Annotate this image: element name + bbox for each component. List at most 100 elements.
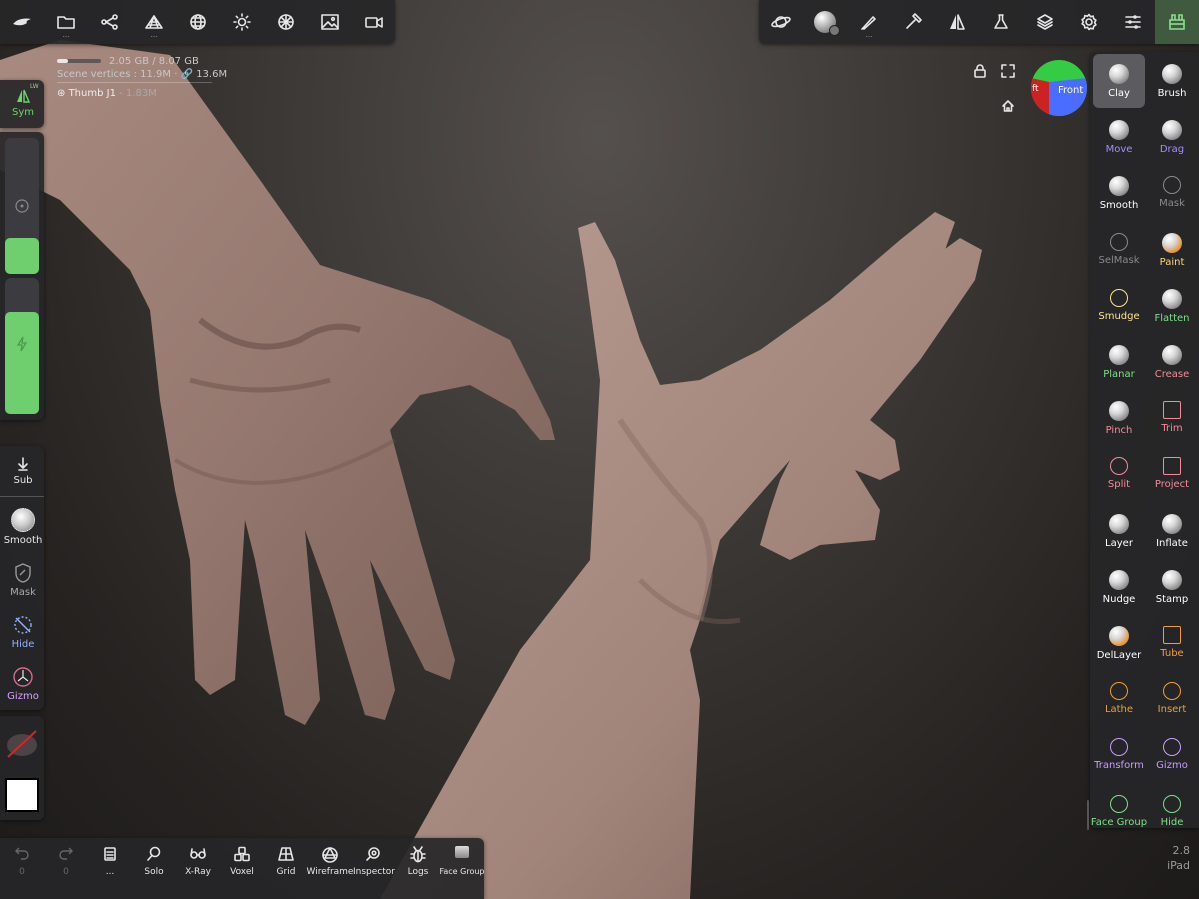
video-camera-icon[interactable] <box>352 0 396 44</box>
hammer-icon[interactable] <box>891 0 935 44</box>
sym-button[interactable]: Sym <box>4 88 42 118</box>
tool-crease[interactable]: Crease <box>1146 335 1198 389</box>
solo-button[interactable]: Solo <box>132 838 176 896</box>
view-cube[interactable]: ft Front <box>1031 60 1087 116</box>
nomad-logo-icon[interactable] <box>0 0 44 44</box>
brush-stroke-icon[interactable]: ... <box>847 0 891 44</box>
matcap-swatch[interactable] <box>5 726 39 760</box>
material-icon[interactable] <box>264 0 308 44</box>
image-icon[interactable] <box>308 0 352 44</box>
grid-button[interactable]: Grid <box>264 838 308 896</box>
radius-slider[interactable] <box>5 138 39 274</box>
undo-button[interactable]: 0 <box>0 838 44 896</box>
sym-label: Sym <box>11 107 34 118</box>
tool-lathe[interactable]: Lathe <box>1093 672 1145 726</box>
tool-clay[interactable]: Clay <box>1093 54 1145 108</box>
selmask-label: SelMask <box>1098 254 1140 266</box>
solo-label: Solo <box>144 867 164 877</box>
tool-nudge[interactable]: Nudge <box>1093 560 1145 614</box>
sub-label: Sub <box>13 475 33 486</box>
topology-icon[interactable]: ... <box>132 0 176 44</box>
smooth-icon <box>11 508 35 532</box>
tools-panel-icon[interactable] <box>1155 0 1199 44</box>
redo-button[interactable]: 0 <box>44 838 88 896</box>
vertices-text: Scene vertices : 11.9M · 🔗 13.6M <box>57 69 228 80</box>
device-name: iPad <box>1167 859 1190 872</box>
mask-button[interactable]: Mask <box>4 562 42 598</box>
3d-viewport[interactable] <box>0 0 1199 899</box>
gear-icon[interactable] <box>1067 0 1111 44</box>
tool-transform[interactable]: Transform <box>1093 728 1145 782</box>
smooth-label: Smooth <box>3 535 43 546</box>
gizmo-button[interactable]: Gizmo <box>4 666 42 702</box>
smooth-label: Smooth <box>1099 200 1139 212</box>
tool-smudge[interactable]: Smudge <box>1093 279 1145 333</box>
intensity-slider-fill <box>5 312 39 414</box>
folder-icon[interactable]: ... <box>44 0 88 44</box>
top-left-toolbar: ... ... <box>0 0 395 44</box>
inspector-button[interactable]: Inspector <box>352 838 396 896</box>
tool-smooth[interactable]: Smooth <box>1093 166 1145 220</box>
tool-trim[interactable]: Trim <box>1146 391 1198 445</box>
tool-brush[interactable]: Brush <box>1146 54 1198 108</box>
tool-move[interactable]: Move <box>1093 110 1145 164</box>
wireframe-label: Wireframe <box>306 867 354 877</box>
intensity-slider[interactable] <box>5 278 39 414</box>
color-swatch[interactable] <box>5 778 39 812</box>
sliders-icon[interactable] <box>1111 0 1155 44</box>
voxel-button[interactable]: Voxel <box>220 838 264 896</box>
sun-icon[interactable] <box>220 0 264 44</box>
sphere-wireframe-icon[interactable] <box>176 0 220 44</box>
split-icon <box>1110 457 1128 476</box>
tool-face-group[interactable]: Face Group <box>1091 785 1147 828</box>
hide-button[interactable]: Hide <box>4 614 42 650</box>
tool-dellayer[interactable]: DelLayer <box>1093 616 1145 670</box>
pinch-icon <box>1109 401 1129 422</box>
symmetry-icon[interactable] <box>935 0 979 44</box>
tool-insert[interactable]: Insert <box>1146 672 1198 726</box>
xray-button[interactable]: X-Ray <box>176 838 220 896</box>
tool-gizmo[interactable]: Gizmo <box>1146 728 1198 782</box>
gizmo-icon <box>13 667 33 687</box>
tool-planar[interactable]: Planar <box>1093 335 1145 389</box>
logs-button[interactable]: Logs <box>396 838 440 896</box>
lock-icon[interactable] <box>973 63 987 82</box>
tool-layer[interactable]: Layer <box>1093 504 1145 558</box>
layers-icon[interactable] <box>1023 0 1067 44</box>
clay-icon <box>1109 64 1129 84</box>
tool-pinch[interactable]: Pinch <box>1093 391 1145 445</box>
home-icon[interactable] <box>1001 98 1015 117</box>
tool-tube[interactable]: Tube <box>1146 616 1198 670</box>
face-group-button[interactable]: Face Group <box>440 838 485 896</box>
wireframe-button[interactable]: Wireframe <box>306 838 354 896</box>
more-button[interactable]: ... <box>88 838 132 896</box>
tool-mask[interactable]: Mask <box>1146 166 1198 220</box>
smooth-button[interactable]: Smooth <box>4 508 42 546</box>
tool-flatten[interactable]: Flatten <box>1146 279 1198 333</box>
tool-drag[interactable]: Drag <box>1146 110 1198 164</box>
sub-button[interactable]: Sub <box>4 456 42 486</box>
tool-project[interactable]: Project <box>1146 447 1198 501</box>
tool-stamp[interactable]: Stamp <box>1146 560 1198 614</box>
tool-split[interactable]: Split <box>1093 447 1145 501</box>
insert-label: Insert <box>1157 704 1187 716</box>
logs-label: Logs <box>407 867 429 877</box>
tool-selmask[interactable]: SelMask <box>1093 223 1145 277</box>
fullscreen-icon[interactable] <box>1001 63 1015 82</box>
hide-label: Hide <box>1160 816 1184 828</box>
planet-icon[interactable] <box>759 0 803 44</box>
project-label: Project <box>1154 479 1190 491</box>
smudge-label: Smudge <box>1098 310 1140 322</box>
selected-object[interactable]: ⊛ Thumb J1 - 1.83M <box>57 88 157 99</box>
move-label: Move <box>1105 144 1133 156</box>
flask-icon[interactable] <box>979 0 1023 44</box>
tool-paint[interactable]: Paint <box>1146 223 1198 277</box>
inspector-label: Inspector <box>353 867 395 877</box>
tool-hide[interactable]: Hide <box>1146 785 1198 828</box>
intensity-icon <box>15 336 29 356</box>
hide-label: Hide <box>11 639 35 650</box>
clay-sphere-icon[interactable] <box>803 0 847 44</box>
tool-inflate[interactable]: Inflate <box>1146 504 1198 558</box>
scene-graph-icon[interactable] <box>88 0 132 44</box>
scene-stats: 2.05 GB / 8.07 GB Scene vertices : 11.9M… <box>57 55 227 81</box>
